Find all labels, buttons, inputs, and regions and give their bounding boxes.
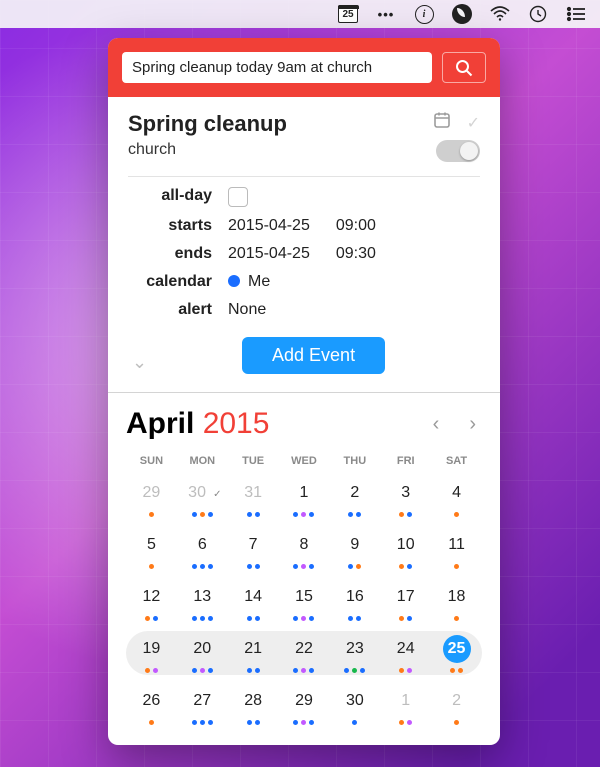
calendar-day[interactable]: 20 <box>177 631 228 675</box>
ends-time[interactable]: 09:30 <box>336 245 376 263</box>
divider <box>128 176 480 177</box>
calendar-day[interactable]: 4 <box>431 475 482 519</box>
calendar-color-dot <box>228 275 240 287</box>
event-location: church <box>128 141 287 159</box>
calendar-day[interactable]: 9 <box>329 527 380 571</box>
calendar-day[interactable]: 16 <box>329 579 380 623</box>
weekday-label: FRI <box>380 455 431 467</box>
event-parse-card: Spring cleanup church ✓ <box>108 97 500 392</box>
starts-time[interactable]: 09:00 <box>336 217 376 235</box>
month-calendar: April 2015 ‹ › SUNMONTUEWEDTHUFRISAT 293… <box>108 392 500 745</box>
search-button[interactable] <box>442 52 486 83</box>
wifi-icon[interactable] <box>490 4 510 24</box>
calendar-day[interactable]: 10 <box>380 527 431 571</box>
calendar-label: calendar <box>128 273 228 291</box>
next-month-button[interactable]: › <box>463 411 482 438</box>
weekday-label: SUN <box>126 455 177 467</box>
mac-menubar: 25 ••• i <box>0 0 600 28</box>
event-type-toggle[interactable] <box>436 140 480 162</box>
weekday-label: WED <box>279 455 330 467</box>
desktop-background: 25 ••• i <box>0 0 600 767</box>
calendar-year: 2015 <box>203 407 270 440</box>
calendar-day[interactable]: 3 <box>380 475 431 519</box>
calendar-day[interactable]: 13 <box>177 579 228 623</box>
calendar-day[interactable]: 29 <box>279 683 330 727</box>
calendar-day[interactable]: 2 <box>431 683 482 727</box>
overflow-dots-icon[interactable]: ••• <box>376 4 396 24</box>
calendar-day[interactable]: 15 <box>279 579 330 623</box>
prev-month-button[interactable]: ‹ <box>427 411 446 438</box>
calendar-popover: Spring cleanup church ✓ <box>108 38 500 745</box>
calendar-day[interactable]: 7 <box>228 527 279 571</box>
event-type-reminder-icon[interactable]: ✓ <box>467 113 480 133</box>
allday-label: all-day <box>128 187 228 207</box>
info-menubar-icon[interactable]: i <box>414 4 434 24</box>
event-fields: all-day starts 2015-04-25 09:00 ends 201… <box>128 187 480 319</box>
calendar-day[interactable]: 28 <box>228 683 279 727</box>
calendar-select[interactable]: Me <box>228 273 270 291</box>
alert-label: alert <box>128 301 228 319</box>
event-title: Spring cleanup <box>128 111 287 137</box>
ends-label: ends <box>128 245 228 263</box>
calendar-day[interactable]: 18 <box>431 579 482 623</box>
calendar-day[interactable]: 1 <box>380 683 431 727</box>
calendar-day[interactable]: 11 <box>431 527 482 571</box>
calendar-day[interactable]: 27 <box>177 683 228 727</box>
starts-date[interactable]: 2015-04-25 <box>228 217 310 235</box>
calendar-day[interactable]: 30✓ <box>177 475 228 519</box>
ends-date[interactable]: 2015-04-25 <box>228 245 310 263</box>
calendar-day[interactable]: 25 <box>431 631 482 675</box>
calendar-day[interactable]: 5 <box>126 527 177 571</box>
calendar-day[interactable]: 12 <box>126 579 177 623</box>
allday-checkbox[interactable] <box>228 187 248 207</box>
calendar-day[interactable]: 23 <box>329 631 380 675</box>
search-bar <box>108 38 500 97</box>
weekday-label: TUE <box>228 455 279 467</box>
menubar-date: 25 <box>342 9 353 20</box>
calendar-month-year: April 2015 <box>126 407 269 441</box>
event-type-event-icon[interactable] <box>433 111 451 134</box>
calendar-day[interactable]: 22 <box>279 631 330 675</box>
calendar-day[interactable]: 17 <box>380 579 431 623</box>
weekday-label: THU <box>329 455 380 467</box>
quick-entry-input[interactable] <box>122 52 432 83</box>
clock-icon[interactable] <box>528 4 548 24</box>
calendar-day[interactable]: 14 <box>228 579 279 623</box>
calendar-menubar-icon[interactable]: 25 <box>338 4 358 24</box>
calendar-day[interactable]: 24 <box>380 631 431 675</box>
calendar-day[interactable]: 30 <box>329 683 380 727</box>
calendar-grid: 2930✓31123456789101112131415161718192021… <box>126 475 482 727</box>
weekday-label: SAT <box>431 455 482 467</box>
leaf-menubar-icon[interactable] <box>452 4 472 24</box>
calendar-name: Me <box>248 273 270 290</box>
starts-label: starts <box>128 217 228 235</box>
calendar-month: April <box>126 407 194 440</box>
calendar-day[interactable]: 21 <box>228 631 279 675</box>
calendar-day[interactable]: 6 <box>177 527 228 571</box>
expand-chevron-icon[interactable]: ⌄ <box>128 352 147 373</box>
list-menubar-icon[interactable] <box>566 4 586 24</box>
weekday-label: MON <box>177 455 228 467</box>
calendar-day[interactable]: 19 <box>126 631 177 675</box>
calendar-day[interactable]: 31 <box>228 475 279 519</box>
alert-value[interactable]: None <box>228 301 266 319</box>
add-event-button[interactable]: Add Event <box>242 337 385 374</box>
calendar-day[interactable]: 8 <box>279 527 330 571</box>
calendar-day[interactable]: 29 <box>126 475 177 519</box>
calendar-day[interactable]: 2 <box>329 475 380 519</box>
calendar-day[interactable]: 26 <box>126 683 177 727</box>
weekday-header: SUNMONTUEWEDTHUFRISAT <box>126 455 482 467</box>
calendar-day[interactable]: 1 <box>279 475 330 519</box>
